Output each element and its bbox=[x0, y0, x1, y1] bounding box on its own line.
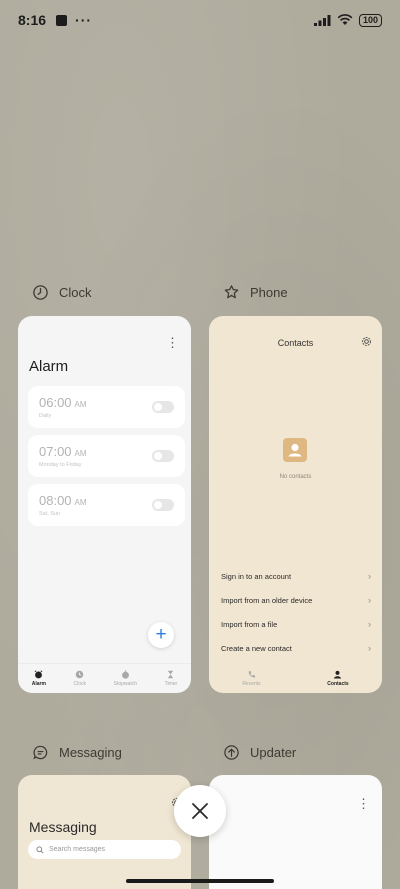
alarm-item: 08:00 AM Sat, Sun bbox=[28, 484, 185, 526]
import-file-option: Import from a file › bbox=[221, 619, 371, 630]
import-device-option: Import from an older device › bbox=[221, 595, 371, 606]
alarm-item: 07:00 AM Monday to Friday bbox=[28, 435, 185, 477]
add-alarm-button: + bbox=[148, 622, 174, 648]
alarm-toggle bbox=[152, 401, 174, 413]
signal-icon bbox=[313, 14, 331, 26]
search-messages-field: Search messages bbox=[28, 840, 181, 859]
contacts-icon bbox=[334, 670, 342, 679]
phone-icon bbox=[224, 285, 239, 299]
alarm-repeat: Daily bbox=[39, 413, 52, 419]
alarm-time: 07:00 bbox=[39, 444, 72, 459]
contacts-title: Contacts bbox=[277, 338, 314, 348]
nav-alarm: Alarm bbox=[32, 670, 46, 687]
alarm-icon bbox=[34, 670, 43, 679]
battery-indicator: 100 bbox=[358, 13, 382, 27]
contact-placeholder-icon bbox=[283, 438, 307, 462]
messaging-app-name: Messaging bbox=[59, 745, 122, 760]
status-time: 8:16 bbox=[18, 12, 47, 28]
search-placeholder: Search messages bbox=[49, 846, 106, 853]
sign-in-option: Sign in to an account › bbox=[221, 571, 371, 582]
clock-app-label[interactable]: Clock bbox=[32, 284, 92, 301]
phone-app-label[interactable]: Phone bbox=[223, 284, 288, 301]
clock-icon bbox=[33, 285, 48, 300]
phone-app-name: Phone bbox=[250, 285, 288, 300]
more-notifications-icon: ··· bbox=[75, 12, 93, 28]
messaging-app-label[interactable]: Messaging bbox=[32, 744, 122, 761]
alarm-repeat: Monday to Friday bbox=[39, 462, 82, 468]
nav-timer: Timer bbox=[165, 670, 177, 687]
clock-app-name: Clock bbox=[59, 285, 92, 300]
timer-icon bbox=[168, 670, 174, 679]
close-icon bbox=[192, 803, 208, 819]
recents-icon bbox=[248, 670, 256, 677]
nav-recents: Recents bbox=[242, 670, 261, 687]
contacts-app-card[interactable]: Contacts No contacts Sign in to an accou… bbox=[209, 316, 382, 693]
clock-app-card[interactable]: ⋮ Alarm 06:00 AM Daily 07:00 AM Monday to … bbox=[18, 316, 191, 693]
gear-icon bbox=[362, 337, 371, 346]
chevron-right-icon: › bbox=[368, 619, 371, 629]
alarm-ampm: AM bbox=[74, 449, 87, 458]
updater-app-card[interactable]: ⋮ bbox=[209, 775, 382, 889]
contacts-bottom-nav: Recents Contacts bbox=[209, 663, 382, 693]
clock-bottom-nav: Alarm Clock Stopwatch Timer bbox=[18, 663, 191, 693]
messaging-icon bbox=[33, 745, 48, 760]
messaging-app-card[interactable]: Messaging Search messages bbox=[18, 775, 191, 889]
alarm-ampm: AM bbox=[74, 498, 87, 507]
chevron-right-icon: › bbox=[368, 595, 371, 605]
nav-stopwatch: Stopwatch bbox=[114, 670, 137, 687]
chevron-right-icon: › bbox=[368, 571, 371, 581]
alarm-repeat: Sat, Sun bbox=[39, 511, 61, 517]
more-options-icon: ⋮ bbox=[166, 335, 179, 350]
updater-app-name: Updater bbox=[250, 745, 297, 760]
wifi-icon bbox=[337, 14, 353, 25]
updater-icon bbox=[224, 745, 239, 760]
more-options-icon: ⋮ bbox=[357, 796, 370, 811]
search-icon bbox=[36, 845, 44, 854]
create-contact-option: Create a new contact › bbox=[221, 643, 371, 654]
alarm-time: 08:00 bbox=[39, 493, 72, 508]
alarm-toggle bbox=[152, 450, 174, 462]
nav-clock: Clock bbox=[74, 670, 86, 687]
alarm-item: 06:00 AM Daily bbox=[28, 386, 185, 428]
alarm-toggle bbox=[152, 499, 174, 511]
messaging-title: Messaging bbox=[29, 819, 97, 835]
notification-icon bbox=[56, 14, 68, 26]
empty-state-text: No contacts bbox=[279, 474, 312, 480]
updater-app-label[interactable]: Updater bbox=[223, 744, 296, 761]
stopwatch-icon bbox=[121, 670, 129, 679]
person-icon bbox=[288, 443, 302, 457]
alarm-ampm: AM bbox=[74, 400, 87, 409]
home-indicator[interactable] bbox=[126, 879, 274, 883]
chevron-right-icon: › bbox=[368, 643, 371, 653]
alarm-time: 06:00 bbox=[39, 395, 72, 410]
nav-contacts: Contacts bbox=[327, 670, 349, 687]
clear-all-button[interactable] bbox=[174, 785, 226, 837]
alarm-title: Alarm bbox=[29, 358, 69, 375]
clock-icon bbox=[76, 670, 84, 679]
status-bar: 8:16 ··· 100 bbox=[0, 0, 400, 40]
